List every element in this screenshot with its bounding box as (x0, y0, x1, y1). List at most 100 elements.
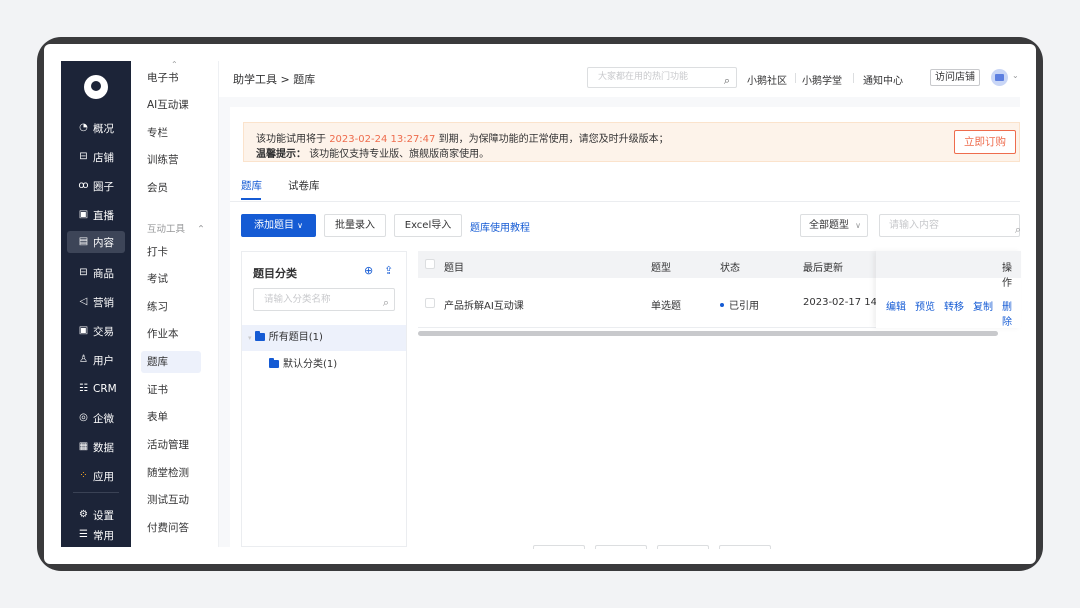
category-all[interactable]: ▾ 所有题目(1) (242, 325, 406, 351)
chevron-down-icon[interactable]: ⌄ (1012, 71, 1019, 80)
caret-down-icon: ▾ (248, 334, 252, 342)
pager-button[interactable] (719, 545, 771, 549)
row-checkbox[interactable] (425, 298, 435, 308)
question-search-input[interactable]: 请输入内容 ⌕ (879, 214, 1021, 237)
batch-entry-button[interactable]: 批量录入 (324, 214, 386, 237)
nav-bottom-item-0[interactable]: ⚙ 设置 (67, 504, 125, 526)
cell-status: 已引用 (720, 297, 759, 312)
content-icon: ▤ (78, 236, 89, 247)
chevron-up-icon[interactable]: ⌃ (171, 60, 178, 69)
nav-item-1[interactable]: ⊟ 店铺 (67, 146, 125, 168)
select-all-checkbox[interactable] (425, 259, 435, 269)
submenu-item[interactable]: 作业本 (141, 323, 201, 345)
nav-item-7[interactable]: ▣ 交易 (67, 320, 125, 342)
store-icon: ⊟ (79, 151, 88, 162)
chevron-down-icon: ∨ (297, 221, 304, 230)
folder-icon (254, 331, 265, 341)
cell-updated: 2023-02-17 14:3 (803, 297, 887, 308)
crm-icon: ☷ (79, 383, 88, 394)
nav-item-label: 用户 (93, 354, 114, 367)
submenu-item[interactable]: 随堂检测 (141, 462, 201, 484)
submenu-item[interactable]: 考试 (141, 268, 201, 290)
logo-icon[interactable] (84, 75, 108, 99)
submenu-item[interactable]: 电子书 (141, 67, 201, 89)
submenu-item[interactable]: 付费问答 (141, 517, 201, 539)
submenu-item[interactable]: 证书 (141, 379, 201, 401)
gear-icon: ⚙ (79, 509, 88, 520)
notice-tip-text: 该功能仅支持专业版、旗舰版商家使用。 (309, 149, 490, 160)
trial-notice: 该功能试用将于 2023-02-24 13:27:47 到期，为保障功能的正常使… (243, 122, 1020, 162)
question-type-select[interactable]: 全部题型 ∨ (800, 214, 868, 237)
nav-item-12[interactable]: ⁘ 应用 (67, 465, 125, 487)
submenu-group-header[interactable]: 互动工具 ⌃ (147, 221, 205, 235)
header-divider (853, 73, 854, 83)
global-search-input[interactable]: 大家都在用的热门功能 ⌕ (587, 67, 737, 88)
nav-item-4[interactable]: ▤ 内容 (67, 231, 125, 253)
tab-paper-bank[interactable]: 试卷库 (288, 178, 320, 193)
submenu-item[interactable]: 会员 (141, 177, 201, 199)
submenu-item[interactable]: AI互动课 (141, 94, 201, 116)
add-category-icon[interactable]: ⊕ (364, 264, 373, 277)
transfer-link[interactable]: 转移 (944, 298, 964, 313)
nav-item-label: 交易 (93, 325, 114, 338)
nav-item-3[interactable]: ▣ 直播 (67, 204, 125, 226)
nav-item-6[interactable]: ◁ 营销 (67, 291, 125, 313)
pager-button[interactable] (533, 545, 585, 549)
submenu-item[interactable]: 题库 (141, 351, 201, 373)
apps-icon: ⁘ (79, 470, 88, 481)
question-search-placeholder: 请输入内容 (889, 220, 939, 231)
chevron-up-icon: ⌃ (197, 224, 205, 235)
submenu-item[interactable]: 练习 (141, 296, 201, 318)
breadcrumb: 助学工具 > 题库 (233, 73, 316, 86)
excel-import-button[interactable]: Excel导入 (394, 214, 462, 237)
horizontal-scrollbar[interactable] (418, 331, 998, 336)
submenu-item[interactable]: 表单 (141, 406, 201, 428)
nav-item-5[interactable]: ⊟ 商品 (67, 262, 125, 284)
upload-icon[interactable]: ⇪ (384, 264, 393, 277)
delete-link[interactable]: 删除 (1002, 298, 1021, 328)
chevron-down-icon: ∨ (855, 221, 861, 230)
col-ops: 操作 (1002, 263, 1012, 289)
nav-item-label: 店铺 (93, 151, 114, 164)
nav-item-11[interactable]: ▦ 数据 (67, 436, 125, 458)
nav-item-10[interactable]: ◎ 企微 (67, 407, 125, 429)
academy-link[interactable]: 小鹅学堂 (802, 72, 842, 87)
copy-link[interactable]: 复制 (973, 298, 993, 313)
community-link[interactable]: 小鹅社区 (747, 72, 787, 87)
avatar[interactable] (991, 69, 1008, 86)
submenu-item[interactable]: 专栏 (141, 122, 201, 144)
subscribe-now-button[interactable]: 立即订购 (954, 130, 1016, 154)
header-divider (795, 73, 796, 83)
nav-item-8[interactable]: ♙ 用户 (67, 349, 125, 371)
pager-button[interactable] (595, 545, 647, 549)
nav-item-label: 概况 (93, 122, 114, 135)
folder-icon (269, 358, 279, 368)
submenu-item[interactable]: 活动管理 (141, 434, 201, 456)
nav-bottom-label: 常用 (93, 529, 114, 542)
add-question-label: 添加题目 (253, 220, 294, 231)
submenu-item[interactable]: 训练营 (141, 149, 201, 171)
submenu-item[interactable]: 测试互动 (141, 489, 201, 511)
nav-item-2[interactable]: ꝏ 圈子 (67, 175, 125, 197)
tutorial-link[interactable]: 题库使用教程 (470, 219, 530, 234)
nav-bottom-label: 设置 (93, 509, 114, 522)
ops-header: 操作 (876, 251, 1021, 289)
visit-store-button[interactable]: 访问店铺 (930, 69, 980, 86)
notification-center-link[interactable]: 通知中心 (863, 72, 903, 87)
nav-bottom-item-1[interactable]: ☰ 常用 (67, 524, 125, 546)
submenu-item[interactable]: 打卡 (141, 241, 201, 263)
tab-question-bank[interactable]: 题库 (241, 178, 262, 193)
category-default[interactable]: 默认分类(1) (242, 352, 406, 378)
nav-item-label: 商品 (93, 267, 114, 280)
nav-item-0[interactable]: ◔ 概况 (67, 117, 125, 139)
category-title: 题目分类 (253, 267, 297, 280)
category-search-input[interactable]: 请输入分类名称 ⌕ (253, 288, 395, 311)
add-question-button[interactable]: 添加题目 ∨ (241, 214, 316, 237)
pager-button[interactable] (657, 545, 709, 549)
user-icon: ♙ (79, 354, 88, 365)
preview-link[interactable]: 预览 (915, 298, 935, 313)
megaphone-icon: ◁ (79, 296, 88, 307)
search-icon: ⌕ (382, 296, 389, 309)
edit-link[interactable]: 编辑 (886, 298, 906, 313)
nav-item-9[interactable]: ☷ CRM (67, 378, 125, 400)
